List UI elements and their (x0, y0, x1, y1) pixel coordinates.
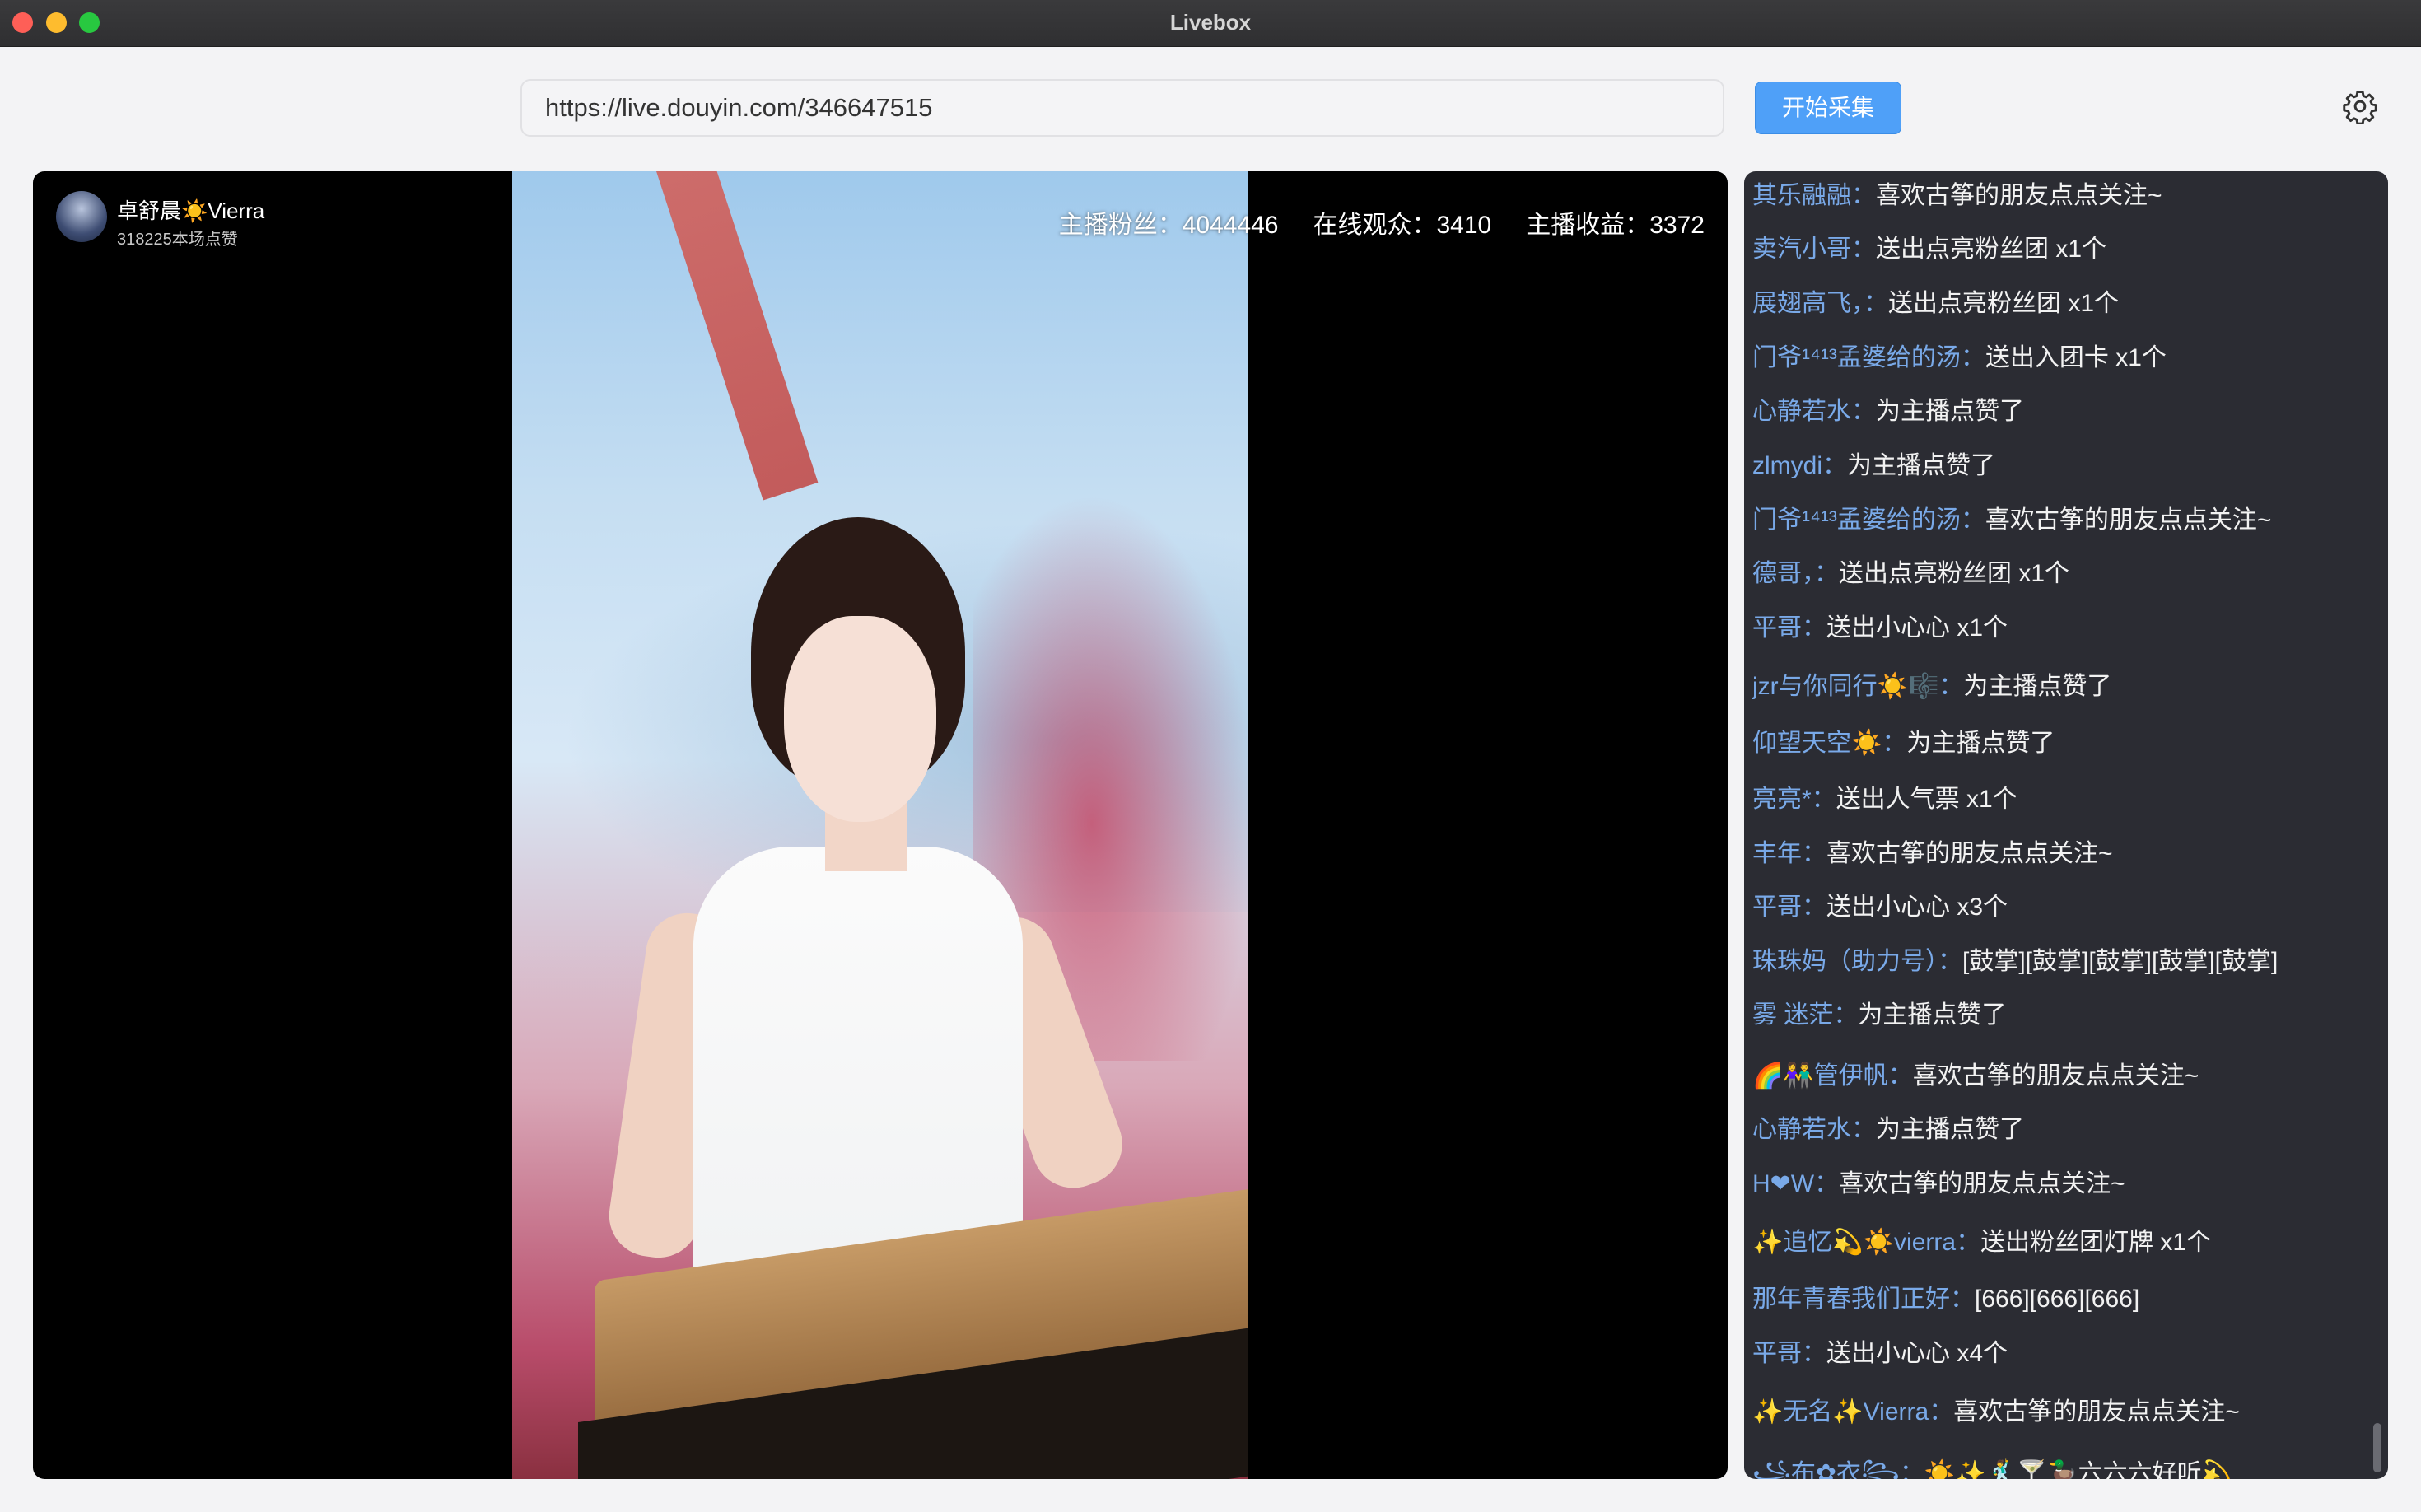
chat-message: 那年青春我们正好：[666][666][666] (1752, 1278, 2139, 1314)
chat-message: 门爷¹⁴¹³孟婆给的汤：送出入团卡 x1个 (1752, 337, 2167, 373)
chat-username[interactable]: 其乐融融： (1752, 182, 1876, 209)
chat-message: 展翅高飞，：送出点亮粉丝团 x1个 (1752, 282, 2119, 319)
chat-message: ꧁布✿衣꧂：☀️✨🕺🍸🦆六六六好听💫 (1752, 1453, 2232, 1479)
chat-text: 喜欢古筝的朋友点点关注~ (1912, 1062, 2199, 1090)
chat-message: 亮亮*：送出人气票 x1个 (1752, 778, 2018, 814)
chat-username[interactable]: 那年青春我们正好： (1752, 1286, 1975, 1313)
chat-text: 为主播点赞了 (1963, 673, 2112, 700)
chat-text: 送出粉丝团灯牌 x1个 (1980, 1229, 2212, 1256)
streamer-avatar (56, 191, 107, 242)
chat-username[interactable]: 平哥： (1752, 614, 1826, 642)
chat-text: 送出点亮粉丝团 x1个 (1876, 236, 2107, 264)
chat-text: 为主播点赞了 (1876, 398, 2024, 426)
chat-text: 为主播点赞了 (1876, 1116, 2024, 1144)
chat-text: 送出小心心 x1个 (1826, 614, 2008, 642)
chat-message: 门爷¹⁴¹³孟婆给的汤：喜欢古筝的朋友点点关注~ (1752, 499, 2271, 535)
chat-message: ✨无名✨Vierra：喜欢古筝的朋友点点关注~ (1752, 1391, 2240, 1427)
title-bar: Livebox (0, 0, 2421, 47)
chat-message: 仰望天空☀️：为主播点赞了 (1752, 722, 2055, 758)
chat-message: 其乐融融：喜欢古筝的朋友点点关注~ (1752, 175, 2162, 211)
chat-username[interactable]: 心静若水： (1752, 1116, 1876, 1143)
streamer-income: 主播收益：3372 (1526, 212, 1705, 239)
chat-text: 送出点亮粉丝团 x1个 (1888, 290, 2120, 317)
chat-message: 卖汽小哥：送出点亮粉丝团 x1个 (1752, 228, 2106, 264)
chat-message: 珠珠妈（助力号）：[鼓掌][鼓掌][鼓掌][鼓掌][鼓掌] (1752, 940, 2278, 977)
chat-text: 送出小心心 x4个 (1826, 1340, 2008, 1367)
chat-username[interactable]: ꧁布✿衣꧂： (1752, 1460, 1924, 1479)
chat-username[interactable]: H❤W： (1752, 1170, 1839, 1197)
chat-scrollbar[interactable] (2373, 1423, 2381, 1472)
chat-username[interactable]: ✨无名✨Vierra： (1752, 1398, 1953, 1426)
chat-message: jzr与你同行☀️🎼：为主播点赞了 (1752, 665, 2111, 702)
video-player[interactable]: 卓舒晨☀️Vierra 318225本场点赞 主播粉丝：4044446 在线观众… (33, 171, 1728, 1479)
chat-message: 雾 迷茫：为主播点赞了 (1752, 994, 2006, 1030)
chat-message: 平哥：送出小心心 x3个 (1752, 886, 2008, 922)
chat-text: 送出点亮粉丝团 x1个 (1839, 560, 2070, 588)
window-title: Livebox (1169, 10, 1252, 35)
chat-text: 为主播点赞了 (1858, 1001, 2007, 1029)
chat-message: zlmydi：为主播点赞了 (1752, 445, 1995, 481)
chat-text: 喜欢古筝的朋友点点关注~ (1876, 181, 2162, 209)
fan-count: 主播粉丝：4044446 (1058, 212, 1279, 239)
chat-text: 喜欢古筝的朋友点点关注~ (1985, 506, 2272, 534)
chat-username[interactable]: 丰年： (1752, 840, 1826, 867)
chat-message: 🌈👫管伊帆：喜欢古筝的朋友点点关注~ (1752, 1055, 2199, 1091)
chat-message: 平哥：送出小心心 x1个 (1752, 607, 2008, 643)
gear-icon[interactable] (2342, 88, 2378, 125)
chat-username[interactable]: 门爷¹⁴¹³孟婆给的汤： (1752, 506, 1985, 534)
chat-username[interactable]: 仰望天空☀️： (1752, 730, 1906, 757)
chat-message: 心静若水：为主播点赞了 (1752, 390, 2024, 427)
chat-username[interactable]: 雾 迷茫： (1752, 1001, 1858, 1029)
chat-username[interactable]: 心静若水： (1752, 398, 1876, 425)
chat-text: [666][666][666] (1975, 1286, 2140, 1314)
start-capture-button[interactable]: 开始采集 (1755, 82, 1901, 134)
chat-text: 喜欢古筝的朋友点点关注~ (1826, 839, 2113, 867)
chat-username[interactable]: jzr与你同行☀️🎼： (1752, 673, 1963, 700)
online-viewers: 在线观众：3410 (1313, 212, 1492, 239)
chat-text: 喜欢古筝的朋友点点关注~ (1953, 1398, 2240, 1426)
streamer-name: 卓舒晨☀️Vierra (117, 198, 265, 223)
chat-text: [鼓掌][鼓掌][鼓掌][鼓掌][鼓掌] (1962, 947, 2279, 975)
chat-text: 为主播点赞了 (1847, 451, 1996, 479)
chat-text: 送出人气票 x1个 (1836, 785, 2018, 813)
chat-username[interactable]: zlmydi： (1752, 452, 1847, 479)
chat-text: 送出小心心 x3个 (1826, 894, 2008, 922)
chat-list[interactable]: 其乐融融：喜欢古筝的朋友点点关注~ 卖汽小哥：送出点亮粉丝团 x1个 展翅高飞，：送… (1752, 171, 2378, 1479)
chat-username[interactable]: 卖汽小哥： (1752, 236, 1876, 263)
chat-username[interactable]: 展翅高飞，： (1752, 290, 1888, 317)
chat-username[interactable]: 🌈👫管伊帆： (1752, 1062, 1913, 1090)
chat-username[interactable]: 平哥： (1752, 894, 1826, 921)
chat-username[interactable]: 亮亮*： (1752, 786, 1836, 813)
chat-message: ✨追忆💫☀️vierra：送出粉丝团灯牌 x1个 (1752, 1221, 2211, 1258)
chat-text: 喜欢古筝的朋友点点关注~ (1839, 1169, 2125, 1197)
live-video-frame (512, 171, 1248, 1479)
like-count: 318225本场点赞 (117, 231, 238, 249)
chat-message: 丰年：喜欢古筝的朋友点点关注~ (1752, 833, 2113, 869)
chat-username[interactable]: 平哥： (1752, 1340, 1826, 1367)
chat-username[interactable]: 门爷¹⁴¹³孟婆给的汤： (1752, 344, 1985, 371)
chat-message: H❤W：喜欢古筝的朋友点点关注~ (1752, 1163, 2125, 1199)
chat-text: ☀️✨🕺🍸🦆六六六好听💫 (1924, 1460, 2232, 1479)
chat-username[interactable]: 珠珠妈（助力号）： (1752, 948, 1962, 975)
chat-message: 德哥，：送出点亮粉丝团 x1个 (1752, 553, 2069, 589)
chat-username[interactable]: ✨追忆💫☀️vierra： (1752, 1229, 1980, 1256)
chat-text: 为主播点赞了 (1906, 730, 2055, 758)
chat-message: 心静若水：为主播点赞了 (1752, 1108, 2024, 1145)
live-stats: 主播粉丝：4044446 在线观众：3410 主播收益：3372 (1059, 204, 1705, 240)
chat-text: 送出入团卡 x1个 (1985, 343, 2167, 371)
chat-username[interactable]: 德哥，： (1752, 560, 1839, 587)
chat-panel[interactable]: 其乐融融：喜欢古筝的朋友点点关注~ 卖汽小哥：送出点亮粉丝团 x1个 展翅高飞，：送… (1744, 171, 2388, 1479)
chat-message: 平哥：送出小心心 x4个 (1752, 1332, 2008, 1369)
url-input[interactable] (520, 79, 1724, 137)
